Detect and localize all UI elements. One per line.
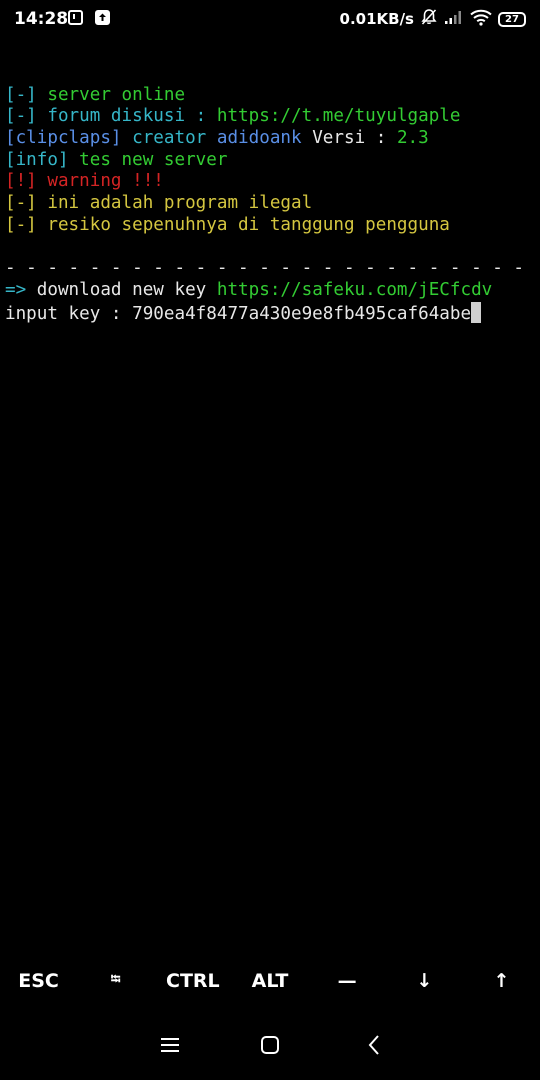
terminal-text-segment: input key : <box>5 303 133 324</box>
network-speed: 0.01KB/s <box>339 10 414 28</box>
notification-icon <box>68 10 83 25</box>
silent-bell-icon <box>420 8 438 30</box>
menu-icon[interactable] <box>157 1032 183 1058</box>
terminal-text-segment: [!] <box>5 171 48 192</box>
tab-key[interactable]: ⭾ <box>77 960 154 1002</box>
ctrl-key[interactable]: CTRL <box>154 960 231 1002</box>
terminal-text-segment: [info] <box>5 149 80 170</box>
navigation-bar <box>0 1020 540 1070</box>
terminal-text-segment: [-] <box>5 214 48 235</box>
terminal-line: [-] forum diskusi : https://t.me/tuyulga… <box>5 106 535 128</box>
terminal-text-segment: creator <box>132 128 217 149</box>
battery-icon: 27 <box>498 11 526 27</box>
wifi-icon <box>470 9 492 30</box>
terminal-line: [info] tes new server <box>5 150 535 172</box>
back-icon[interactable] <box>362 1032 388 1058</box>
terminal-line: => download new key https://safeku.com/j… <box>5 280 535 302</box>
terminal-line: [clipclaps] creator adidoank Versi : 2.3 <box>5 128 535 150</box>
terminal-text-segment: forum diskusi : <box>47 106 217 127</box>
terminal-text-segment: [-] <box>5 106 48 127</box>
terminal-text-segment: https://t.me/tuyulgaple <box>216 106 461 127</box>
signal-icon <box>444 9 464 29</box>
terminal-line: input key : 790ea4f8477a430e9e8fb495caf6… <box>5 301 535 324</box>
terminal-text-segment: Versi : <box>312 128 397 149</box>
terminal-text-segment: => <box>5 279 37 300</box>
terminal-output[interactable]: [-] server online [-] forum diskusi : htt… <box>5 63 535 324</box>
terminal-text-segment: ini adalah program ilegal <box>47 193 313 214</box>
terminal-text-segment: - - - - - - - - - - - - - - - - - - - - … <box>5 258 525 279</box>
terminal-text-segment: [-] <box>5 193 48 214</box>
upload-icon <box>95 10 110 25</box>
terminal-text-segment: 2.3 <box>396 128 429 149</box>
terminal-text-segment: download new key <box>36 279 217 300</box>
terminal-text-segment: warning !!! <box>47 171 164 192</box>
terminal-line: [!] warning !!! <box>5 171 535 193</box>
extra-keys-row: ESC ⭾ CTRL ALT — ↓ ↑ <box>0 960 540 1002</box>
home-icon[interactable] <box>257 1032 283 1058</box>
terminal-line: [-] ini adalah program ilegal <box>5 193 535 215</box>
esc-key[interactable]: ESC <box>0 960 77 1002</box>
terminal-line: [-] resiko sepenuhnya di tanggung penggu… <box>5 215 535 237</box>
alt-key[interactable]: ALT <box>231 960 308 1002</box>
status-bar: 14:28 0.01KB/s 27 <box>0 0 540 38</box>
terminal-text-segment: tes new server <box>79 149 228 170</box>
terminal-text-segment: resiko sepenuhnya di tanggung pengguna <box>47 214 450 235</box>
up-arrow-key[interactable]: ↑ <box>463 960 540 1002</box>
terminal-text-segment: https://safeku.com/jECfcdv <box>216 279 493 300</box>
status-time: 14:28 <box>14 9 69 29</box>
terminal-line: - - - - - - - - - - - - - - - - - - - - … <box>5 258 535 280</box>
dash-key[interactable]: — <box>309 960 386 1002</box>
battery-level: 27 <box>505 13 519 25</box>
terminal-text-segment: server online <box>47 84 186 105</box>
terminal-cursor <box>471 301 482 323</box>
terminal-line: [-] server online <box>5 85 535 107</box>
terminal-text-segment: 790ea4f8477a430e9e8fb495caf64abe <box>132 303 472 324</box>
down-arrow-key[interactable]: ↓ <box>386 960 463 1002</box>
terminal-text-segment: [clipclaps] <box>5 128 133 149</box>
status-right-group: 0.01KB/s 27 <box>340 8 526 30</box>
terminal-text-segment: [-] <box>5 84 48 105</box>
terminal-text-segment: adidoank <box>216 128 313 149</box>
